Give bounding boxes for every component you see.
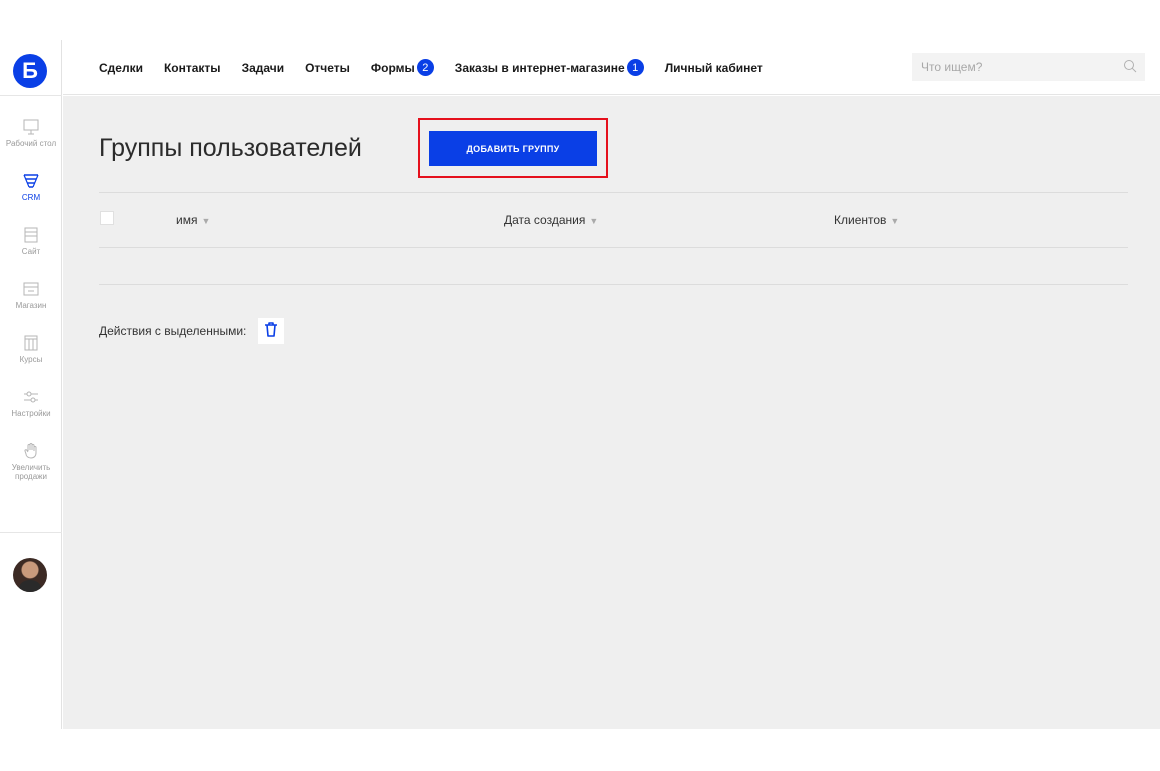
sidebar-item-settings[interactable]: Настройки [0, 388, 62, 442]
logo[interactable]: Б [13, 54, 47, 88]
sidebar-item-site[interactable]: Сайт [0, 226, 62, 280]
topnav-item-forms[interactable]: Формы 2 [371, 59, 434, 76]
divider [0, 532, 62, 533]
divider [99, 247, 1128, 248]
column-label: Клиентов [834, 213, 887, 227]
site-icon [22, 226, 40, 244]
column-header-clients[interactable]: Клиентов ▼ [834, 213, 899, 227]
trash-icon [264, 321, 278, 342]
topnav-item-account[interactable]: Личный кабинет [665, 61, 763, 75]
topnav-item-label: Контакты [163, 60, 221, 75]
bulk-actions: Действия с выделенными: [99, 318, 285, 344]
sidebar-item-label: CRM [21, 193, 41, 202]
sidebar-item-label: Рабочий стол [5, 139, 57, 148]
main-content: Группы пользователей ДОБАВИТЬ ГРУППУ имя… [63, 96, 1160, 729]
monitor-icon [22, 118, 40, 136]
divider [0, 95, 62, 96]
topnav-item-deals[interactable]: Сделки [99, 61, 143, 75]
sort-caret-icon: ▼ [201, 216, 211, 226]
topnav-item-label: Отчеты [305, 60, 350, 75]
topnav-item-label: Формы [370, 60, 415, 75]
topnav-item-label: Заказы в интернет-магазине [454, 60, 625, 75]
column-header-name[interactable]: имя ▼ [176, 213, 210, 227]
sort-caret-icon: ▼ [890, 216, 900, 226]
sidebar-item-label: Сайт [21, 247, 41, 256]
search-input[interactable] [912, 53, 1145, 81]
sidebar-item-courses[interactable]: Курсы [0, 334, 62, 388]
top-menu: Сделки Контакты Задачи Отчеты Формы 2 За… [99, 40, 784, 95]
divider [99, 284, 1128, 285]
sidebar-item-label: Курсы [19, 355, 43, 364]
sidebar-item-desktop[interactable]: Рабочий стол [0, 118, 62, 172]
topnav-item-label: Сделки [99, 60, 143, 75]
add-group-button[interactable]: ДОБАВИТЬ ГРУППУ [429, 131, 597, 166]
hand-icon [22, 442, 40, 460]
column-label: имя [176, 213, 198, 227]
search-icon[interactable] [1123, 59, 1137, 73]
topnav-item-reports[interactable]: Отчеты [305, 61, 350, 75]
sidebar-item-shop[interactable]: Магазин [0, 280, 62, 334]
topnav-item-label: Личный кабинет [664, 60, 763, 75]
count-badge: 1 [626, 59, 644, 76]
select-all-checkbox[interactable] [100, 211, 114, 225]
top-navbar: Сделки Контакты Задачи Отчеты Формы 2 За… [63, 40, 1160, 95]
sidebar-item-label: Увеличить продажи [11, 463, 51, 481]
sidebar-item-crm[interactable]: CRM [0, 172, 62, 226]
sidebar-nav: Рабочий стол CRM Сайт Магазин Курсы Наст… [0, 118, 62, 496]
search-box [912, 53, 1145, 81]
settings-sliders-icon [22, 388, 40, 406]
column-header-created[interactable]: Дата создания ▼ [504, 213, 598, 227]
avatar[interactable] [13, 558, 47, 592]
topnav-item-tasks[interactable]: Задачи [242, 61, 285, 75]
sidebar-item-label: Настройки [11, 409, 51, 418]
funnel-icon [22, 172, 40, 190]
sidebar-item-increase-sales[interactable]: Увеличить продажи [0, 442, 62, 496]
left-sidebar: Б Рабочий стол CRM Сайт Магазин Курсы На… [0, 40, 62, 729]
sidebar-item-label: Магазин [15, 301, 47, 310]
topnav-item-contacts[interactable]: Контакты [164, 61, 221, 75]
bulk-actions-label: Действия с выделенными: [99, 324, 247, 338]
column-label: Дата создания [504, 213, 586, 227]
courses-icon [22, 334, 40, 352]
shop-icon [22, 280, 40, 298]
delete-selected-button[interactable] [258, 318, 285, 344]
topnav-item-label: Задачи [241, 60, 285, 75]
page-title: Группы пользователей [99, 134, 362, 162]
count-badge: 2 [416, 59, 434, 76]
table-header: имя ▼ Дата создания ▼ Клиентов ▼ [99, 193, 1128, 247]
topnav-item-shop-orders[interactable]: Заказы в интернет-магазине 1 [455, 59, 644, 76]
sort-caret-icon: ▼ [589, 216, 599, 226]
